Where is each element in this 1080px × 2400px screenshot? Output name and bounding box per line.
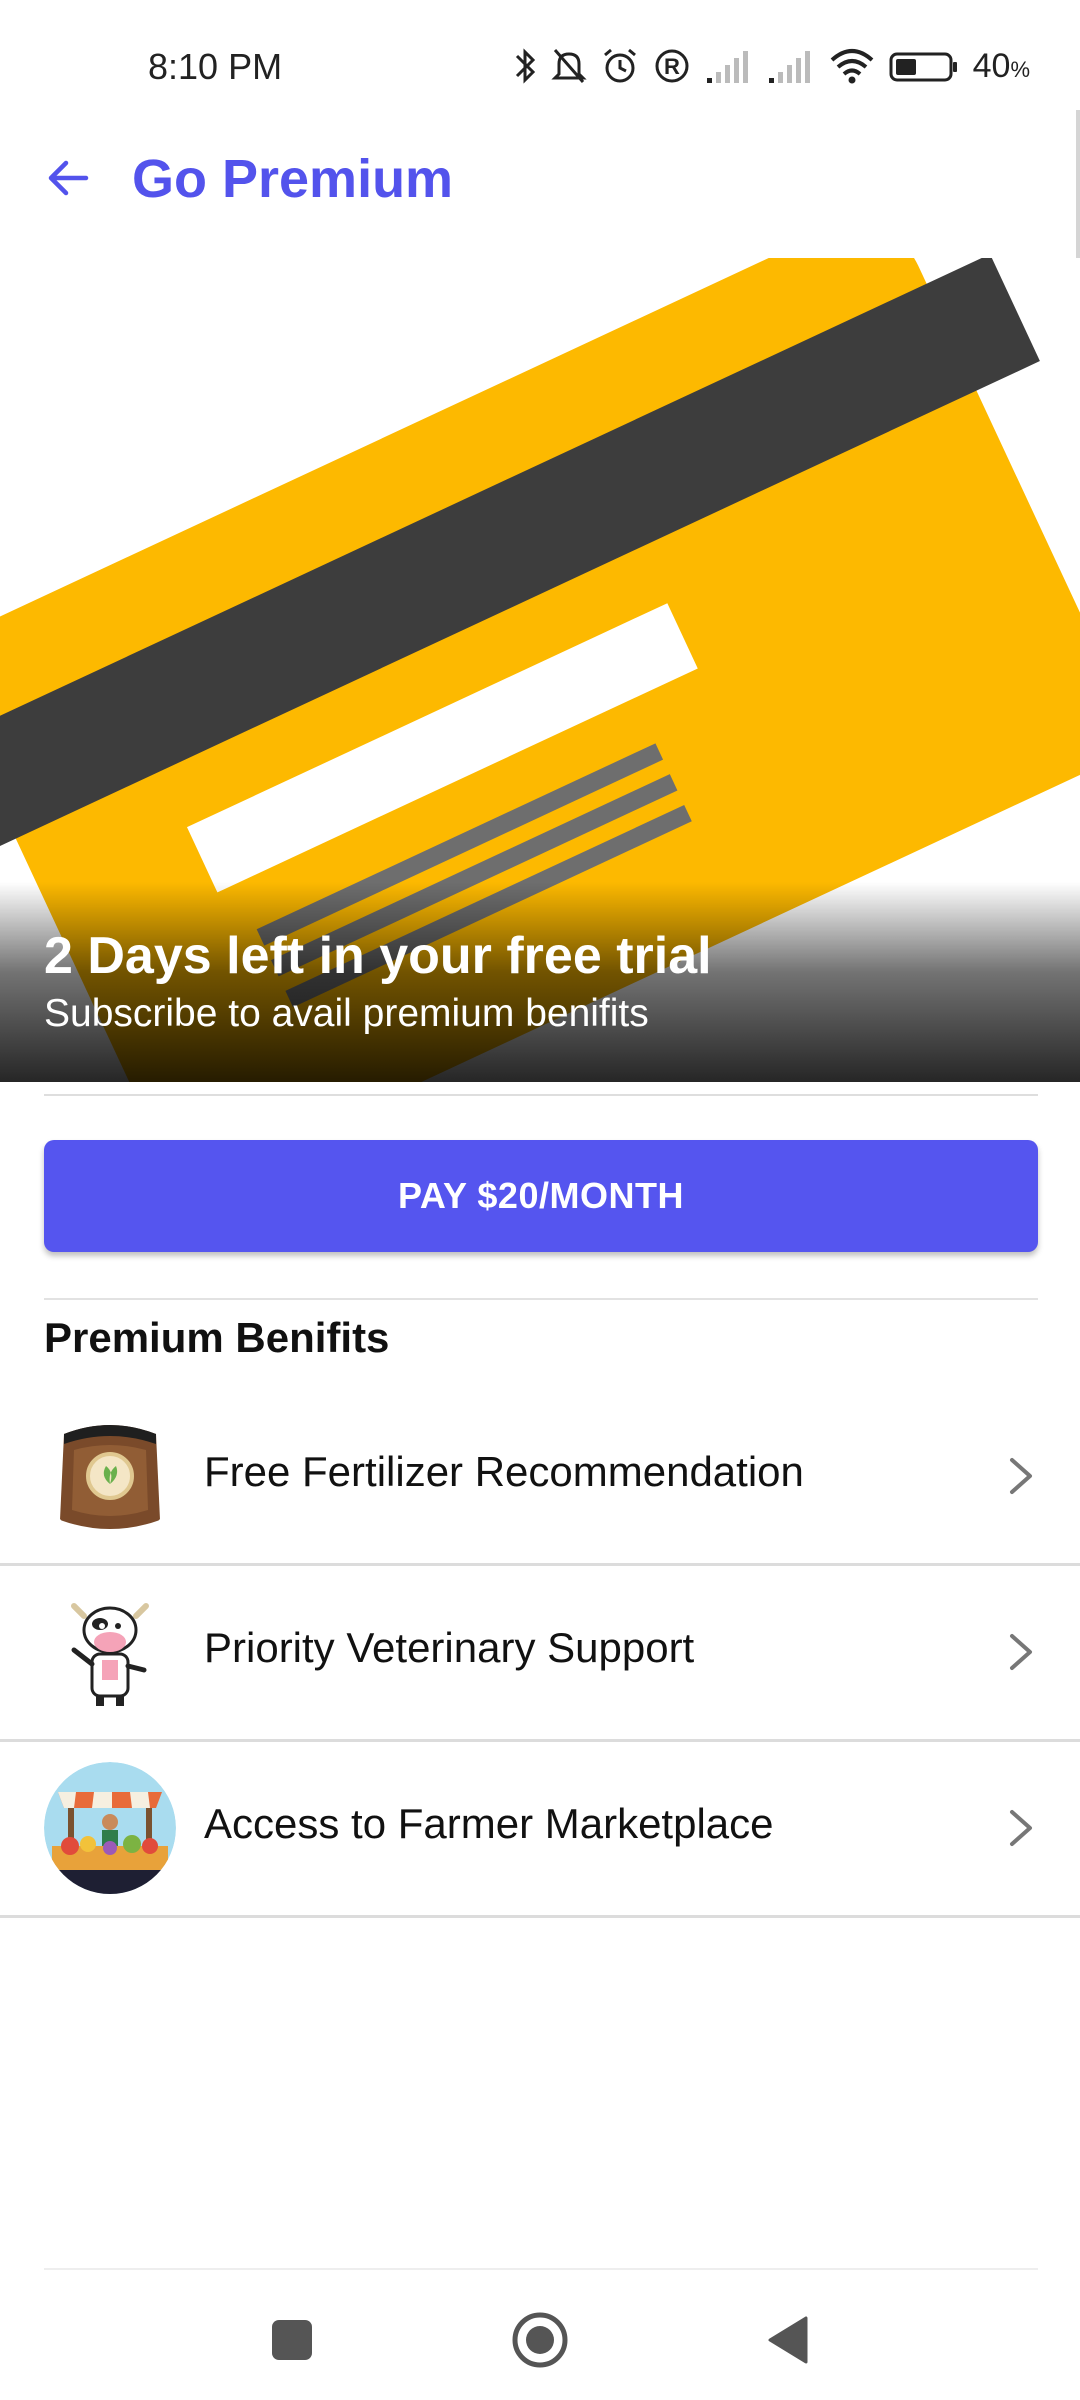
bell-off-icon [550, 46, 587, 86]
status-icons: R 40% [513, 42, 1030, 90]
nav-divider [44, 2268, 1038, 2270]
battery-icon [889, 46, 959, 86]
signal-icon [705, 46, 753, 86]
svg-text:R: R [664, 54, 680, 79]
page-title: Go Premium [132, 149, 454, 209]
chevron-right-icon [1010, 1810, 1032, 1846]
signal-icon [767, 46, 815, 86]
chevron-right-icon [1010, 1458, 1032, 1494]
arrow-left-icon [48, 160, 89, 196]
status-time: 8:10 PM [148, 46, 283, 87]
fertilizer-sack-icon [44, 1410, 176, 1542]
alarm-icon [601, 46, 639, 86]
cow-doctor-icon [44, 1586, 176, 1718]
benefit-label: Priority Veterinary Support [204, 1624, 695, 1671]
wifi-icon [829, 46, 875, 86]
benefit-label: Access to Farmer Marketplace [204, 1800, 774, 1847]
trial-subtitle: Subscribe to avail premium benifits [44, 992, 649, 1035]
divider [44, 1298, 1038, 1300]
trial-days-left: 2 Days left in your free trial [44, 927, 712, 985]
hero-banner: 2 Days left in your free trial Subscribe… [0, 258, 1080, 1082]
back-nav-button[interactable] [756, 2308, 820, 2372]
benefit-label: Free Fertilizer Recommendation [204, 1448, 804, 1495]
home-icon [512, 2312, 568, 2368]
benefits-title: Premium Benifits [44, 1314, 390, 1361]
benefit-item-marketplace[interactable]: Access to Farmer Marketplace [0, 1742, 1080, 1918]
status-bar: 8:10 PM R 40% [0, 0, 1080, 140]
recents-button[interactable] [260, 2308, 324, 2372]
bluetooth-icon [513, 46, 537, 86]
scrollbar[interactable] [1076, 110, 1080, 260]
divider [44, 1094, 1038, 1096]
recents-icon [272, 2320, 312, 2360]
back-icon [768, 2316, 808, 2364]
benefit-list: Free Fertilizer Recommendation Priority [0, 1390, 1080, 1918]
market-stall-icon [44, 1762, 176, 1894]
system-nav-bar [0, 2272, 1080, 2400]
benefit-item-veterinary[interactable]: Priority Veterinary Support [0, 1566, 1080, 1742]
home-button[interactable] [508, 2308, 572, 2372]
chevron-right-icon [1010, 1634, 1032, 1670]
registered-icon: R [653, 46, 691, 86]
back-button[interactable] [40, 150, 96, 206]
pay-button[interactable]: PAY $20/MONTH [44, 1140, 1038, 1252]
app-bar: Go Premium [0, 140, 1080, 260]
benefit-item-fertilizer[interactable]: Free Fertilizer Recommendation [0, 1390, 1080, 1566]
battery-percent: 40% [972, 46, 1030, 85]
